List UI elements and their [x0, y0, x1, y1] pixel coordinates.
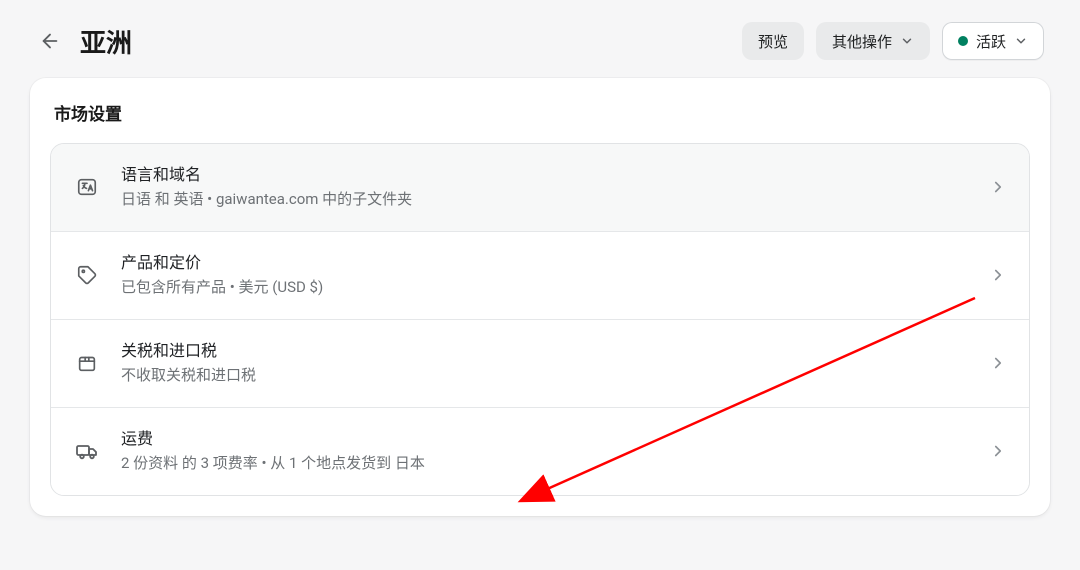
row-products-pricing[interactable]: 产品和定价 已包含所有产品 • 美元 (USD $) — [51, 231, 1029, 319]
chevron-right-icon — [989, 354, 1007, 372]
box-icon — [73, 349, 101, 377]
arrow-left-icon — [39, 30, 61, 52]
row-subtitle: 2 份资料 的 3 项费率 • 从 1 个地点发货到 日本 — [121, 452, 969, 475]
row-title: 语言和域名 — [121, 164, 969, 186]
truck-icon — [73, 437, 101, 465]
header-actions: 预览 其他操作 活跃 — [742, 22, 1044, 60]
back-button[interactable] — [36, 27, 64, 55]
row-body: 关税和进口税 不收取关税和进口税 — [121, 340, 969, 387]
chevron-right-icon — [989, 442, 1007, 460]
language-icon — [73, 173, 101, 201]
market-settings-card: 市场设置 语言和域名 日语 和 英语 • gaiwantea.com 中的子文件… — [30, 78, 1050, 516]
row-subtitle: 不收取关税和进口税 — [121, 364, 969, 387]
row-duties-taxes[interactable]: 关税和进口税 不收取关税和进口税 — [51, 319, 1029, 407]
chevron-right-icon — [989, 178, 1007, 196]
row-subtitle: 已包含所有产品 • 美元 (USD $) — [121, 276, 969, 299]
row-body: 产品和定价 已包含所有产品 • 美元 (USD $) — [121, 252, 969, 299]
more-actions-button[interactable]: 其他操作 — [816, 22, 930, 60]
chevron-down-icon — [1014, 34, 1028, 48]
header-left: 亚洲 — [36, 23, 132, 60]
chevron-right-icon — [989, 266, 1007, 284]
chevron-down-icon — [900, 34, 914, 48]
row-shipping[interactable]: 运费 2 份资料 的 3 项费率 • 从 1 个地点发货到 日本 — [51, 407, 1029, 495]
card-title: 市场设置 — [50, 100, 1030, 125]
status-button[interactable]: 活跃 — [942, 22, 1044, 60]
page-header: 亚洲 预览 其他操作 活跃 — [30, 18, 1050, 78]
row-title: 运费 — [121, 428, 969, 450]
row-subtitle: 日语 和 英语 • gaiwantea.com 中的子文件夹 — [121, 188, 969, 211]
row-language-domain[interactable]: 语言和域名 日语 和 英语 • gaiwantea.com 中的子文件夹 — [51, 144, 1029, 231]
status-label: 活跃 — [976, 31, 1006, 52]
status-dot-icon — [958, 36, 968, 46]
settings-list: 语言和域名 日语 和 英语 • gaiwantea.com 中的子文件夹 产品和… — [50, 143, 1030, 496]
row-body: 语言和域名 日语 和 英语 • gaiwantea.com 中的子文件夹 — [121, 164, 969, 211]
preview-button[interactable]: 预览 — [742, 22, 804, 60]
pricetag-icon — [73, 261, 101, 289]
more-actions-label: 其他操作 — [832, 31, 892, 52]
page-title: 亚洲 — [80, 23, 132, 60]
row-title: 关税和进口税 — [121, 340, 969, 362]
preview-label: 预览 — [758, 31, 788, 52]
row-title: 产品和定价 — [121, 252, 969, 274]
row-body: 运费 2 份资料 的 3 项费率 • 从 1 个地点发货到 日本 — [121, 428, 969, 475]
